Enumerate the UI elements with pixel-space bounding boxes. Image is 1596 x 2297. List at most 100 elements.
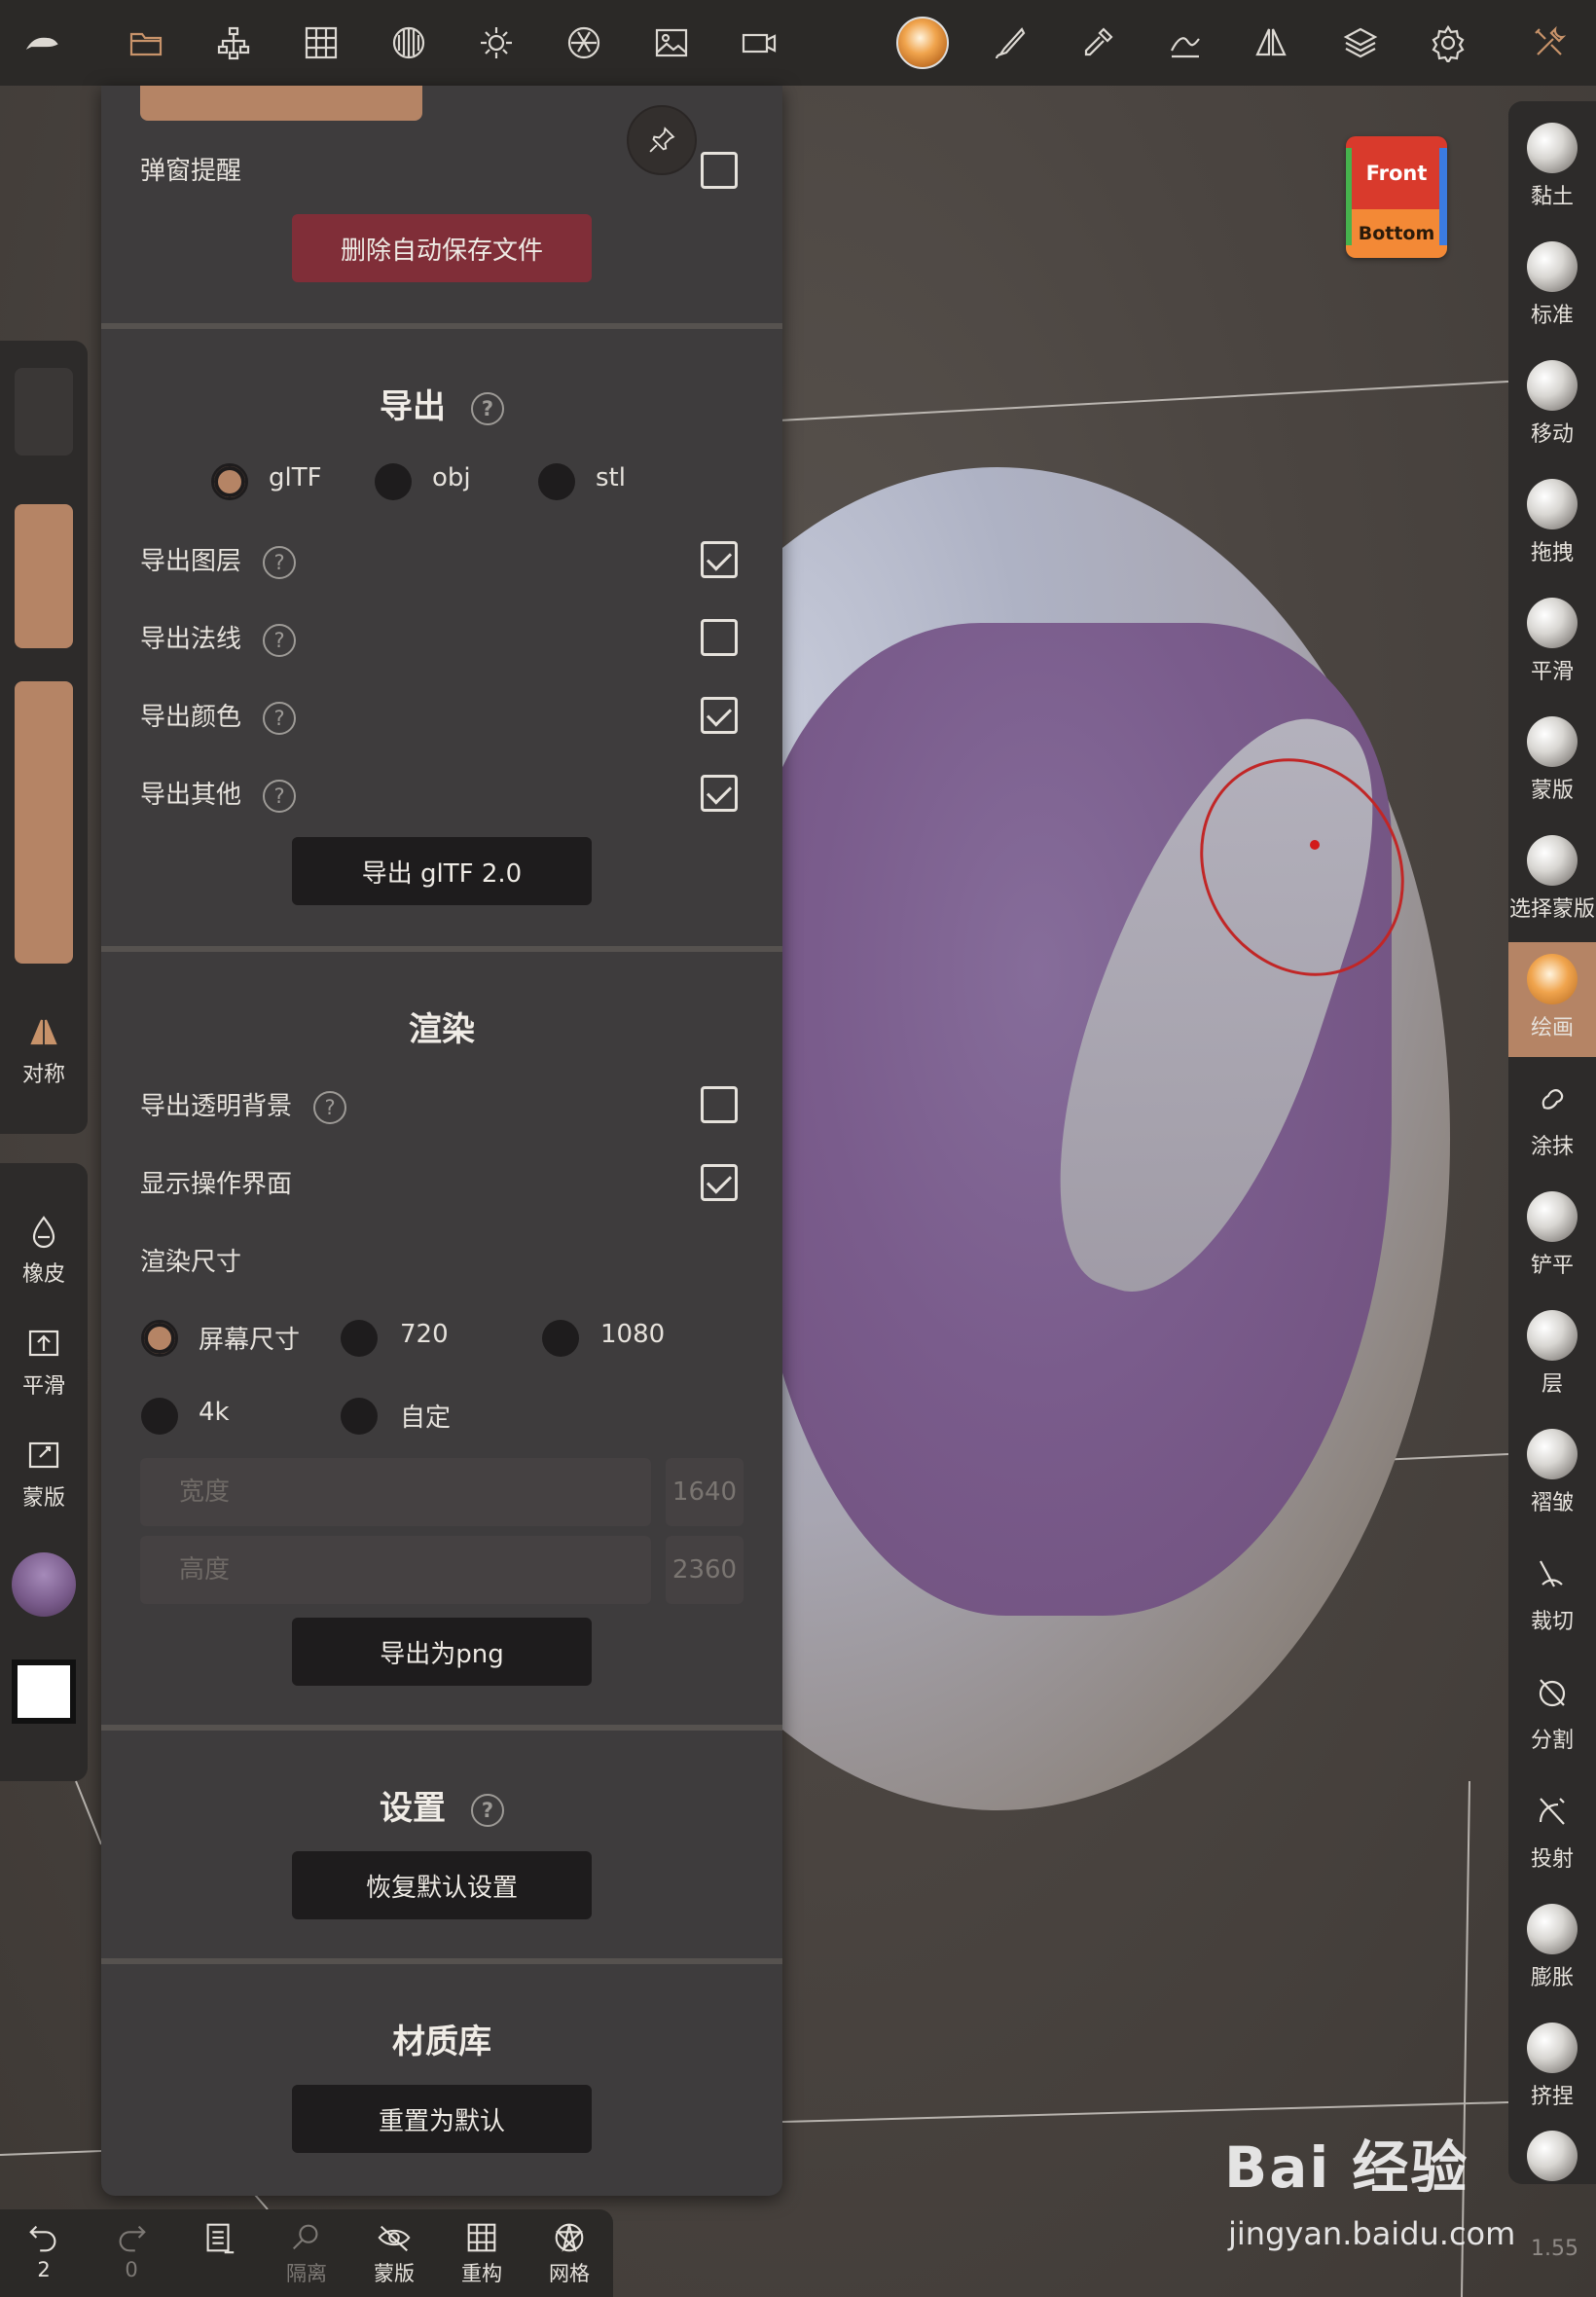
isolate-icon <box>292 2224 318 2250</box>
secondary-color-swatch[interactable] <box>12 1659 76 1724</box>
view-cube-front[interactable]: Front <box>1346 136 1447 209</box>
settings-help-icon[interactable]: ? <box>471 1793 504 1827</box>
radius-slider[interactable] <box>15 504 73 648</box>
size-label-screen: 屏幕尺寸 <box>199 1326 301 1355</box>
size-radio-custom[interactable] <box>341 1398 378 1435</box>
smudge-icon <box>1527 1073 1578 1123</box>
isolate-button[interactable]: 隔离 <box>263 2219 350 2287</box>
camera-icon[interactable] <box>730 14 788 72</box>
size-label-1080: 1080 <box>600 1320 666 1349</box>
brush-icon[interactable] <box>981 14 1039 72</box>
drag-brush-icon <box>1527 479 1578 529</box>
export-png-button[interactable]: 导出为png <box>292 1618 592 1686</box>
tool-trim[interactable]: 裁切 <box>1508 1536 1596 1651</box>
symmetry-icon[interactable] <box>1242 14 1300 72</box>
material-ball-icon[interactable] <box>893 14 952 72</box>
size-radio-4k[interactable] <box>141 1398 178 1435</box>
size-label-4k: 4k <box>199 1398 230 1427</box>
restore-defaults-button[interactable]: 恢复默认设置 <box>292 1851 592 1919</box>
tool-smudge[interactable]: 涂抹 <box>1508 1061 1596 1176</box>
inflate-brush-icon <box>1527 1904 1578 1954</box>
tool-project[interactable]: 投射 <box>1508 1773 1596 1888</box>
format-label-gltf: glTF <box>269 463 322 492</box>
export-help-icon[interactable]: ? <box>471 391 504 425</box>
undo-button[interactable]: 2 <box>0 2219 88 2281</box>
tool-standard[interactable]: 标准 <box>1508 230 1596 345</box>
eraser-button[interactable]: 橡皮 <box>0 1212 88 1288</box>
help-icon[interactable]: ? <box>263 779 297 813</box>
tool-split[interactable]: 分割 <box>1508 1655 1596 1769</box>
export-colors-checkbox[interactable] <box>701 697 738 734</box>
tool-layer[interactable]: 层 <box>1508 1298 1596 1413</box>
export-normals-checkbox[interactable] <box>701 619 738 656</box>
scene-tree-icon[interactable] <box>204 14 263 72</box>
tool-select-mask[interactable]: 选择蒙版 <box>1508 823 1596 938</box>
radius-slider-track[interactable] <box>15 368 73 456</box>
export-other-checkbox[interactable] <box>701 775 738 812</box>
redo-button[interactable]: 0 <box>88 2219 175 2281</box>
width-value[interactable]: 1640 <box>666 1458 744 1526</box>
aperture-icon[interactable] <box>555 14 613 72</box>
tools-icon[interactable] <box>1520 14 1578 72</box>
view-cube[interactable]: Front Bottom <box>1346 136 1447 258</box>
tool-drag[interactable]: 拖拽 <box>1508 467 1596 582</box>
smooth-button[interactable]: 平滑 <box>0 1324 88 1400</box>
sphere-icon[interactable] <box>380 14 438 72</box>
sun-icon[interactable] <box>467 14 526 72</box>
mask-button[interactable]: 蒙版 <box>0 1436 88 1512</box>
export-layers-checkbox[interactable] <box>701 541 738 578</box>
delete-autosave-button[interactable]: 删除自动保存文件 <box>292 214 592 282</box>
export-gltf-button[interactable]: 导出 glTF 2.0 <box>292 837 592 905</box>
stroke-icon[interactable] <box>1156 14 1215 72</box>
tool-flatten[interactable]: 铲平 <box>1508 1180 1596 1294</box>
pin-panel-button[interactable] <box>627 105 697 175</box>
logo-icon[interactable] <box>14 14 72 72</box>
settings-icon[interactable] <box>1419 14 1477 72</box>
wireframe-button[interactable]: 网格 <box>526 2219 613 2287</box>
help-icon[interactable]: ? <box>263 545 297 579</box>
format-radio-gltf[interactable] <box>211 463 248 500</box>
tool-mask[interactable]: 蒙版 <box>1508 705 1596 820</box>
tool-clay[interactable]: 黏土 <box>1508 111 1596 226</box>
show-ui-checkbox[interactable] <box>701 1164 738 1201</box>
height-field[interactable]: 高度 <box>140 1536 651 1604</box>
tool-inflate[interactable]: 膨胀 <box>1508 1892 1596 2007</box>
height-value[interactable]: 2360 <box>666 1536 744 1604</box>
help-icon[interactable]: ? <box>313 1090 347 1124</box>
grid-icon[interactable] <box>292 14 350 72</box>
popup-alert-checkbox[interactable] <box>701 152 738 189</box>
undo-icon <box>29 2225 56 2252</box>
size-radio-1080[interactable] <box>542 1320 579 1357</box>
symmetry-toggle[interactable]: 对称 <box>0 1012 88 1088</box>
divider <box>101 946 782 952</box>
history-button[interactable] <box>175 2219 263 2258</box>
image-icon[interactable] <box>642 14 701 72</box>
picker-icon[interactable] <box>1069 14 1127 72</box>
folder-icon[interactable] <box>117 14 175 72</box>
smooth-brush-icon <box>1527 598 1578 648</box>
transparent-bg-checkbox[interactable] <box>701 1086 738 1123</box>
width-field[interactable]: 宽度 <box>140 1458 651 1526</box>
tool-move[interactable]: 移动 <box>1508 348 1596 463</box>
remesh-button[interactable]: 重构 <box>438 2219 526 2287</box>
trim-icon <box>1527 1548 1578 1598</box>
top-toolbar <box>0 0 1596 86</box>
reset-materials-button[interactable]: 重置为默认 <box>292 2085 592 2153</box>
intensity-slider[interactable] <box>15 681 73 964</box>
tool-crease[interactable]: 褶皱 <box>1508 1417 1596 1532</box>
help-icon[interactable]: ? <box>263 701 297 735</box>
next-tool-ball-icon[interactable] <box>1527 2131 1578 2181</box>
format-radio-stl[interactable] <box>538 463 575 500</box>
format-radio-obj[interactable] <box>375 463 412 500</box>
mask-visibility-button[interactable]: 蒙版 <box>350 2219 438 2287</box>
tool-smooth[interactable]: 平滑 <box>1508 586 1596 701</box>
quick-tools-panel: 橡皮 平滑 蒙版 <box>0 1163 88 1781</box>
view-cube-bottom[interactable]: Bottom <box>1346 209 1447 258</box>
tool-pinch[interactable]: 挤捏 <box>1508 2011 1596 2126</box>
size-radio-screen[interactable] <box>141 1320 178 1357</box>
tool-paint[interactable]: 绘画 <box>1508 942 1596 1057</box>
size-radio-720[interactable] <box>341 1320 378 1357</box>
material-color-swatch[interactable] <box>12 1552 76 1617</box>
layers-icon[interactable] <box>1331 14 1390 72</box>
help-icon[interactable]: ? <box>263 623 297 657</box>
